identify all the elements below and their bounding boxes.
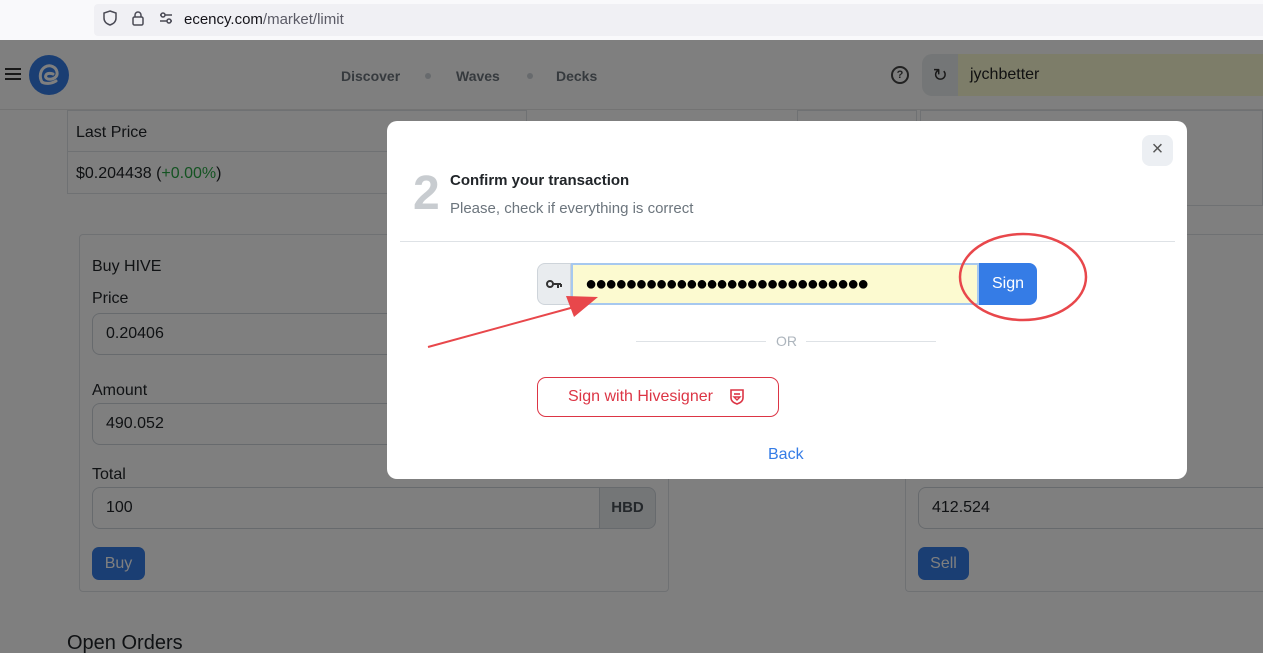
modal-subtitle: Please, check if everything is correct xyxy=(450,200,694,217)
hivesigner-icon xyxy=(730,389,744,405)
or-divider-left xyxy=(636,341,766,342)
sign-with-hivesigner-button[interactable]: Sign with Hivesigner xyxy=(537,377,779,417)
url-text[interactable]: ecency.com/market/limit xyxy=(184,11,344,28)
url-path: /market/limit xyxy=(262,11,344,28)
private-key-input[interactable]: ●●●●●●●●●●●●●●●●●●●●●●●●●●●● xyxy=(571,263,979,305)
key-icon xyxy=(537,263,571,305)
confirm-transaction-modal: × 2 Confirm your transaction Please, che… xyxy=(387,121,1187,479)
modal-title: Confirm your transaction xyxy=(450,172,630,189)
or-divider-right xyxy=(806,341,936,342)
or-label: OR xyxy=(776,333,797,349)
step-number: 2 xyxy=(413,167,440,220)
browser-toolbar: ecency.com/market/limit xyxy=(0,0,1263,40)
key-glyph xyxy=(546,280,562,288)
shield-icon[interactable] xyxy=(102,10,118,26)
sign-button[interactable]: Sign xyxy=(979,263,1037,305)
hivesigner-label: Sign with Hivesigner xyxy=(568,388,713,405)
url-domain: ecency.com xyxy=(184,11,263,28)
lock-icon[interactable] xyxy=(130,10,146,26)
modal-divider xyxy=(400,241,1175,242)
back-link[interactable]: Back xyxy=(768,446,804,464)
permissions-icon[interactable] xyxy=(158,10,174,26)
close-button[interactable]: × xyxy=(1142,135,1173,166)
